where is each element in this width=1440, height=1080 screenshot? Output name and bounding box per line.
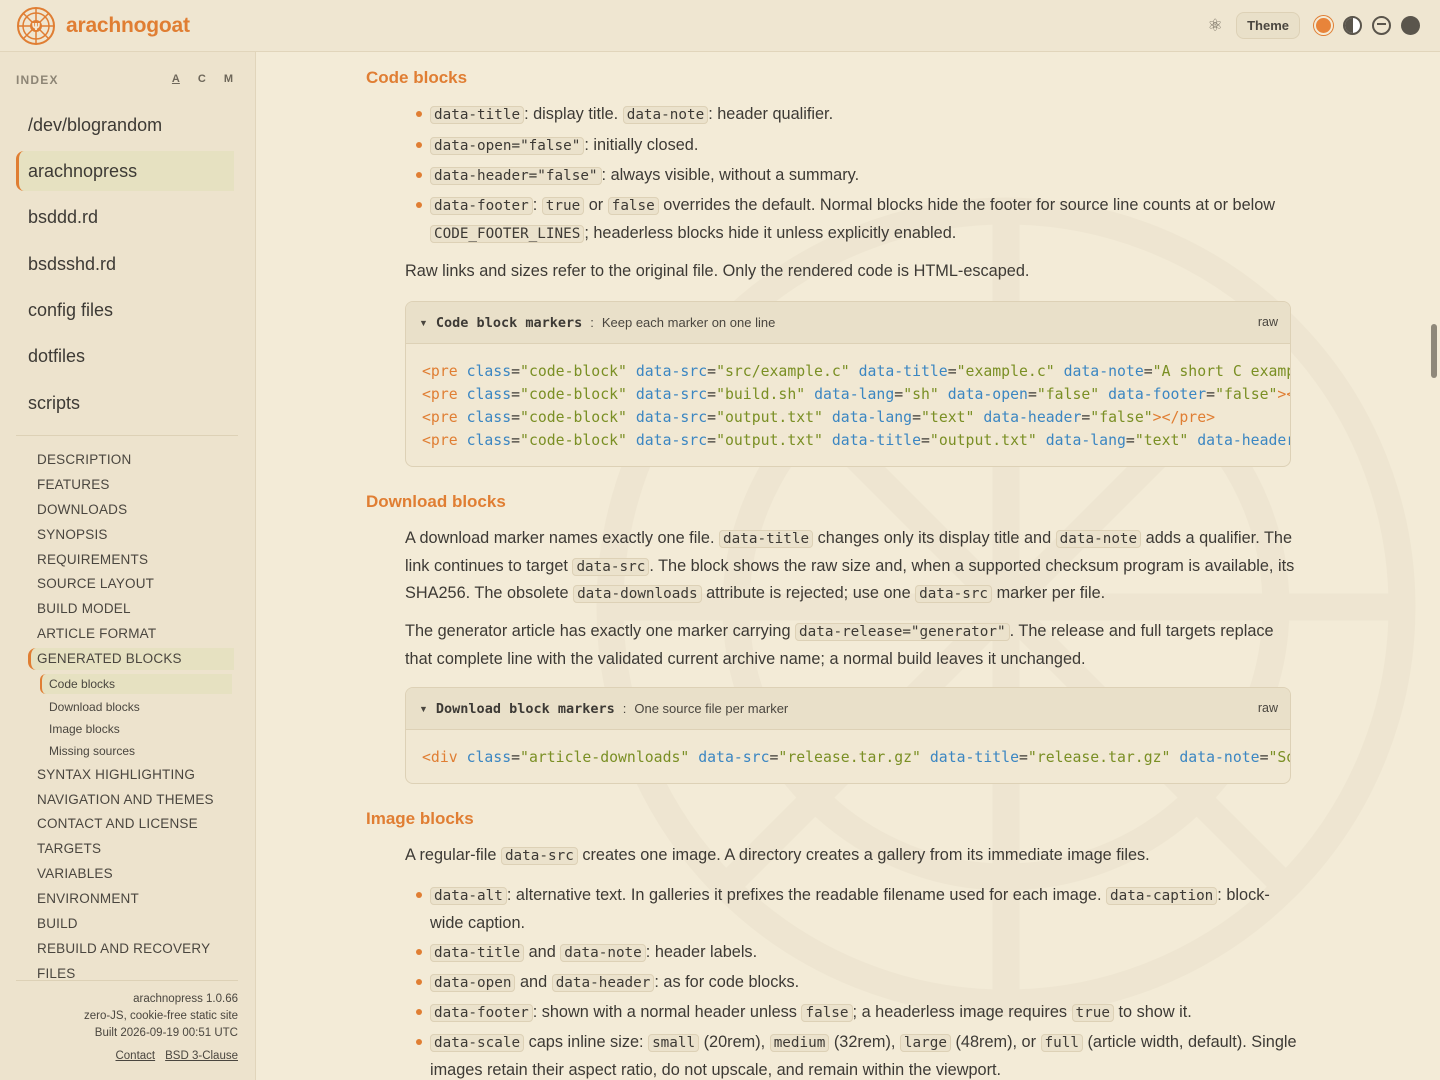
theme-button[interactable]: Theme bbox=[1236, 12, 1300, 39]
raw-link[interactable]: raw bbox=[1258, 315, 1278, 329]
list-item: data-footer: true or false overrides the… bbox=[416, 192, 1300, 247]
sidebar-item-arachnopress[interactable]: arachnopress bbox=[16, 151, 234, 191]
article-content: Code blocks data-title: display title. d… bbox=[256, 52, 1440, 1080]
code-block-header[interactable]: ▼ Code block markers : Keep each marker … bbox=[406, 302, 1290, 344]
list-item: data-open and data-header: as for code b… bbox=[416, 969, 1300, 997]
code-block-note: Keep each marker on one line bbox=[601, 315, 776, 330]
theme-outline-swatch-icon[interactable] bbox=[1372, 16, 1391, 35]
list-item: data-header="false": always visible, wit… bbox=[416, 162, 1300, 190]
toc-item[interactable]: SYNOPSIS bbox=[37, 527, 108, 542]
sidebar: INDEX A C M /dev/blograndom arachnopress… bbox=[0, 52, 256, 1080]
toc-item[interactable]: ENVIRONMENT bbox=[37, 891, 139, 906]
sidebar-item-dev-blograndom[interactable]: /dev/blograndom bbox=[16, 105, 234, 145]
toc-item[interactable]: VARIABLES bbox=[37, 866, 113, 881]
download-block-header[interactable]: ▼ Download block markers : One source fi… bbox=[406, 688, 1290, 730]
sort-alpha-link[interactable]: A bbox=[172, 73, 180, 85]
toc-item-active[interactable]: GENERATED BLOCKS bbox=[28, 648, 234, 670]
tagline-text: zero-JS, cookie-free static site bbox=[83, 1010, 238, 1022]
title-separator: : bbox=[622, 701, 627, 716]
theme-contrast-swatch-icon[interactable] bbox=[1343, 16, 1362, 35]
download-code-listing: <div class="article-downloads" data-src=… bbox=[422, 749, 1290, 766]
license-link[interactable]: BSD 3-Clause bbox=[165, 1050, 238, 1062]
sort-modified-link[interactable]: M bbox=[224, 73, 233, 85]
toc-item[interactable]: SOURCE LAYOUT bbox=[37, 576, 154, 591]
toc-item[interactable]: TARGETS bbox=[37, 841, 101, 856]
toc-item[interactable]: BUILD MODEL bbox=[37, 601, 131, 616]
toc-item[interactable]: BUILD bbox=[37, 916, 78, 931]
disclosure-triangle-icon[interactable]: ▼ bbox=[419, 704, 428, 714]
download-block-title: Download block markers bbox=[435, 700, 615, 717]
raw-links-paragraph: Raw links and sizes refer to the origina… bbox=[405, 262, 1030, 280]
contact-link[interactable]: Contact bbox=[115, 1050, 155, 1062]
title-separator: : bbox=[590, 315, 594, 330]
atom-icon[interactable]: ⚛ bbox=[1204, 16, 1226, 36]
raw-link[interactable]: raw bbox=[1258, 701, 1278, 715]
index-heading: INDEX bbox=[16, 73, 59, 87]
image-intro-paragraph: A regular-file data-src creates one imag… bbox=[405, 846, 1150, 865]
list-item: data-footer: shown with a normal header … bbox=[416, 999, 1300, 1027]
sort-created-link[interactable]: C bbox=[198, 73, 206, 85]
list-item: data-title and data-note: header labels. bbox=[416, 939, 1300, 967]
disclosure-triangle-icon[interactable]: ▼ bbox=[419, 318, 428, 328]
toc-item[interactable]: ARTICLE FORMAT bbox=[37, 626, 156, 641]
theme-orange-swatch-icon[interactable] bbox=[1314, 16, 1333, 35]
toc-sub-item[interactable]: Download blocks bbox=[49, 700, 140, 714]
list-item: data-scale caps inline size: small (20re… bbox=[416, 1029, 1300, 1080]
toc-sub-item[interactable]: Image blocks bbox=[49, 722, 120, 736]
sidebar-divider bbox=[16, 435, 238, 436]
code-listing: <pre class="code-block" data-src="src/ex… bbox=[422, 363, 1290, 449]
sidebar-item-scripts[interactable]: scripts bbox=[16, 383, 234, 423]
theme-controls: ⚛ Theme bbox=[1204, 12, 1420, 39]
download-block-markers-box: ▼ Download block markers : One source fi… bbox=[405, 687, 1291, 784]
brand-name[interactable]: arachnogoat bbox=[66, 14, 190, 38]
code-block-title: Code block markers bbox=[435, 314, 583, 331]
code-block-markers-box: ▼ Code block markers : Keep each marker … bbox=[405, 301, 1291, 467]
sidebar-item-bsdsshd[interactable]: bsdsshd.rd bbox=[16, 244, 234, 284]
toc-item[interactable]: DESCRIPTION bbox=[37, 452, 131, 467]
section-heading-image-blocks: Image blocks bbox=[366, 809, 474, 828]
toc-item[interactable]: REBUILD AND RECOVERY bbox=[37, 941, 210, 956]
toc-item[interactable]: NAVIGATION AND THEMES bbox=[37, 792, 214, 807]
generator-paragraph: The generator article has exactly one ma… bbox=[405, 622, 1274, 668]
toc-sub-item[interactable]: Missing sources bbox=[49, 744, 135, 758]
top-bar: Ψ arachnogoat ⚛ Theme bbox=[0, 0, 1440, 52]
sidebar-footer: arachnopress 1.0.66 zero-JS, cookie-free… bbox=[84, 991, 238, 1042]
build-time-text: Built 2026-09-19 00:51 UTC bbox=[94, 1027, 238, 1039]
toc-item[interactable]: SYNTAX HIGHLIGHTING bbox=[37, 767, 195, 782]
sidebar-item-config-files[interactable]: config files bbox=[16, 290, 234, 330]
toc-item[interactable]: REQUIREMENTS bbox=[37, 552, 148, 567]
sidebar-item-dotfiles[interactable]: dotfiles bbox=[16, 336, 234, 376]
list-item: data-title: display title. data-note: he… bbox=[416, 101, 1300, 129]
toc-sub-item-active[interactable]: Code blocks bbox=[40, 674, 232, 694]
download-block-note: One source file per marker bbox=[634, 701, 789, 716]
toc-item[interactable]: CONTACT AND LICENSE bbox=[37, 816, 198, 831]
list-item: data-open="false": initially closed. bbox=[416, 132, 1300, 160]
svg-text:Ψ: Ψ bbox=[32, 22, 41, 33]
sidebar-footer-links: Contact BSD 3-Clause bbox=[115, 1050, 238, 1062]
download-paragraph: A download marker names exactly one file… bbox=[405, 529, 1295, 603]
scrollbar-thumb[interactable] bbox=[1431, 324, 1437, 378]
version-text: arachnopress 1.0.66 bbox=[133, 993, 238, 1005]
list-item: data-alt: alternative text. In galleries… bbox=[416, 882, 1300, 936]
section-heading-code-blocks: Code blocks bbox=[366, 68, 468, 87]
theme-dark-swatch-icon[interactable] bbox=[1401, 16, 1420, 35]
sidebar-footer-divider bbox=[16, 980, 238, 981]
sidebar-item-bsddd[interactable]: bsddd.rd bbox=[16, 197, 234, 237]
index-sort-options: A C M bbox=[172, 73, 233, 85]
arachnogoat-logo-icon[interactable]: Ψ bbox=[16, 6, 56, 46]
toc-item[interactable]: FILES bbox=[37, 966, 76, 981]
toc-item[interactable]: DOWNLOADS bbox=[37, 502, 127, 517]
section-heading-download-blocks: Download blocks bbox=[366, 492, 506, 511]
toc-item[interactable]: FEATURES bbox=[37, 477, 110, 492]
